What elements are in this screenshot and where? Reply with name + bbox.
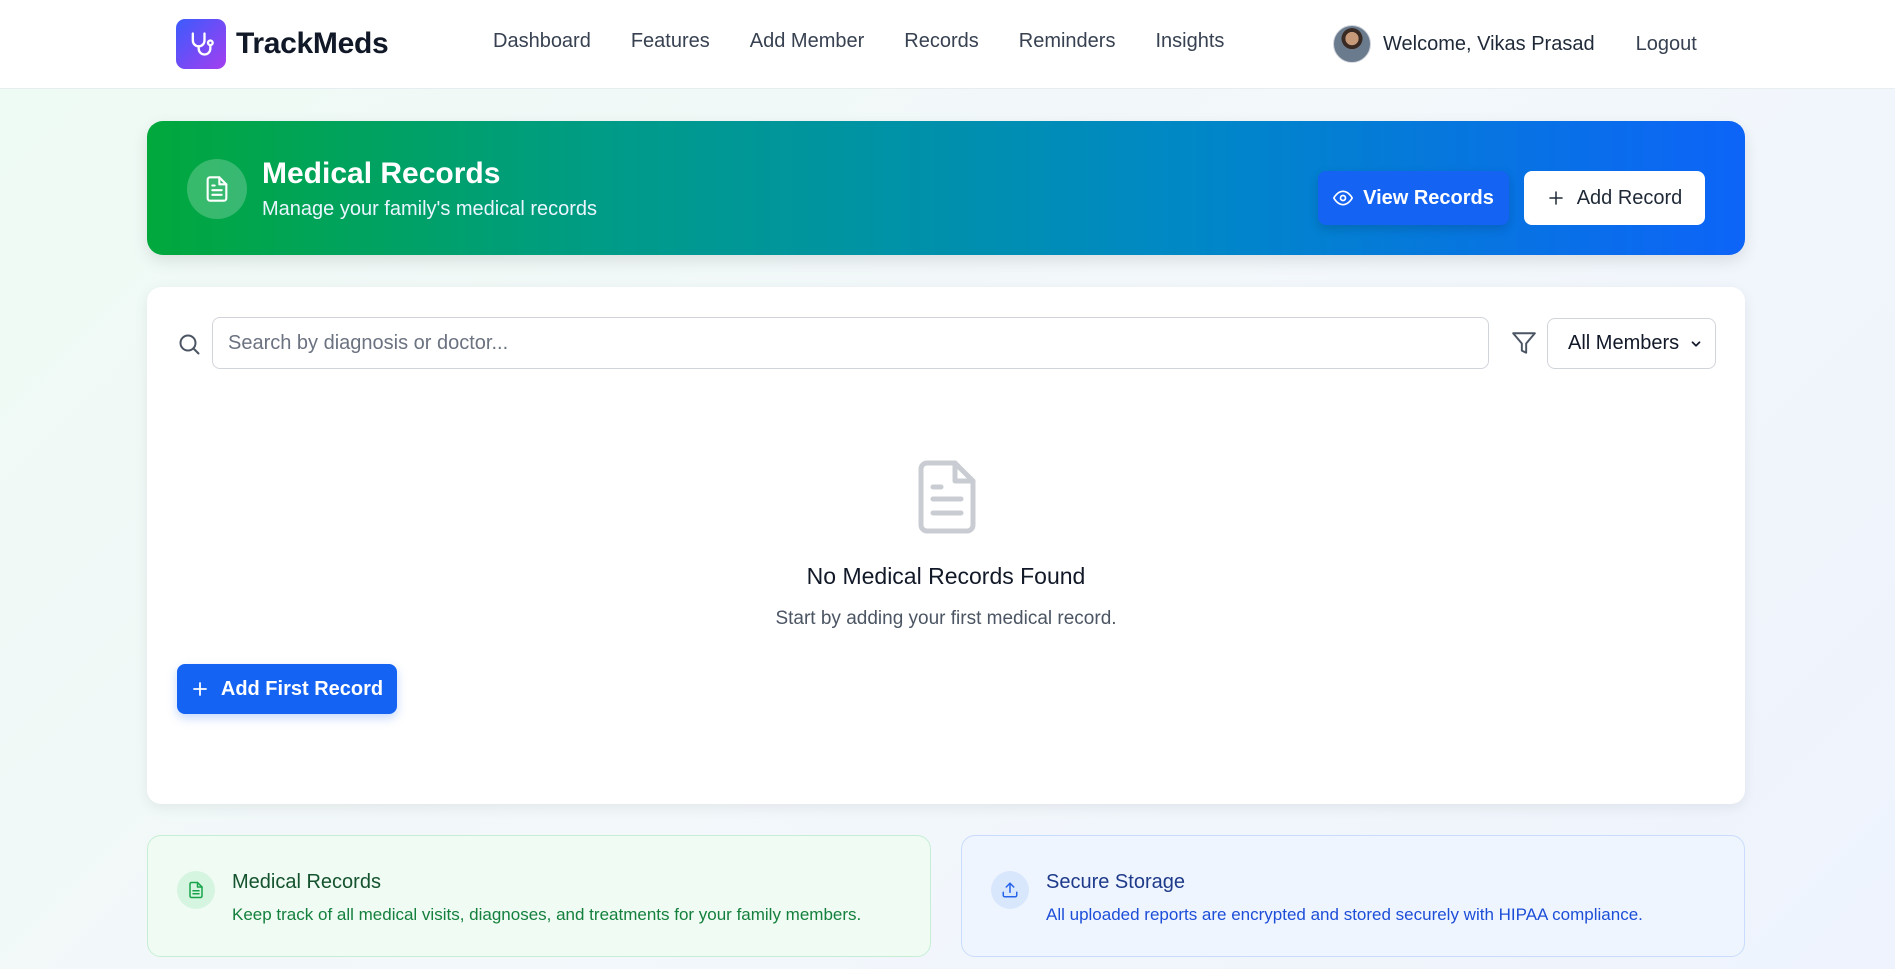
member-filter-select[interactable]: All Members (1547, 318, 1716, 369)
nav-link-insights[interactable]: Insights (1155, 30, 1224, 53)
document-icon (177, 871, 215, 909)
filter-icon[interactable] (1511, 330, 1537, 361)
records-panel: All Members No Medical Records Found Sta… (147, 287, 1745, 804)
upload-icon (991, 871, 1029, 909)
eye-icon (1333, 190, 1354, 206)
info-card-title: Secure Storage (1046, 871, 1185, 893)
search-input[interactable] (212, 317, 1489, 369)
add-first-record-button[interactable]: Add First Record (177, 664, 397, 714)
info-card-text: All uploaded reports are encrypted and s… (1046, 905, 1643, 924)
top-navbar: TrackMeds Dashboard Features Add Member … (0, 0, 1895, 89)
chevron-down-icon (1691, 341, 1701, 347)
page-header-banner: Medical Records Manage your family's med… (147, 121, 1745, 255)
search-icon (177, 332, 201, 361)
nav-link-records[interactable]: Records (904, 30, 978, 53)
add-first-record-label: Add First Record (220, 677, 384, 700)
logout-link[interactable]: Logout (1636, 33, 1697, 56)
brand-logo[interactable]: TrackMeds (176, 19, 389, 69)
view-records-label: View Records (1363, 186, 1494, 209)
nav-links: Dashboard Features Add Member Records Re… (493, 30, 1264, 53)
plus-icon (192, 682, 207, 696)
nav-link-features[interactable]: Features (631, 30, 710, 53)
plus-icon (1548, 191, 1563, 205)
document-icon (915, 459, 979, 540)
info-card-medical-records: Medical Records Keep track of all medica… (147, 835, 931, 957)
info-card-text: Keep track of all medical visits, diagno… (232, 905, 862, 924)
document-icon (187, 159, 247, 219)
empty-state-title: No Medical Records Found (806, 563, 1086, 589)
nav-link-add-member[interactable]: Add Member (750, 30, 865, 53)
user-area: Welcome, Vikas Prasad Logout (1333, 25, 1697, 63)
info-card-secure-storage: Secure Storage All uploaded reports are … (961, 835, 1745, 957)
avatar[interactable] (1333, 25, 1371, 63)
nav-link-dashboard[interactable]: Dashboard (493, 30, 591, 53)
page-title: Medical Records (262, 157, 501, 190)
add-record-label: Add Record (1576, 186, 1683, 209)
member-filter-value: All Members (1568, 332, 1680, 354)
view-records-button[interactable]: View Records (1318, 171, 1509, 225)
stethoscope-icon (176, 19, 226, 69)
brand-name: TrackMeds (236, 27, 389, 60)
page-subtitle: Manage your family's medical records (262, 198, 598, 220)
welcome-text: Welcome, Vikas Prasad (1383, 32, 1595, 55)
info-card-title: Medical Records (232, 871, 381, 893)
nav-link-reminders[interactable]: Reminders (1019, 30, 1116, 53)
empty-state-subtitle: Start by adding your first medical recor… (775, 608, 1117, 629)
add-record-button[interactable]: Add Record (1524, 171, 1705, 225)
